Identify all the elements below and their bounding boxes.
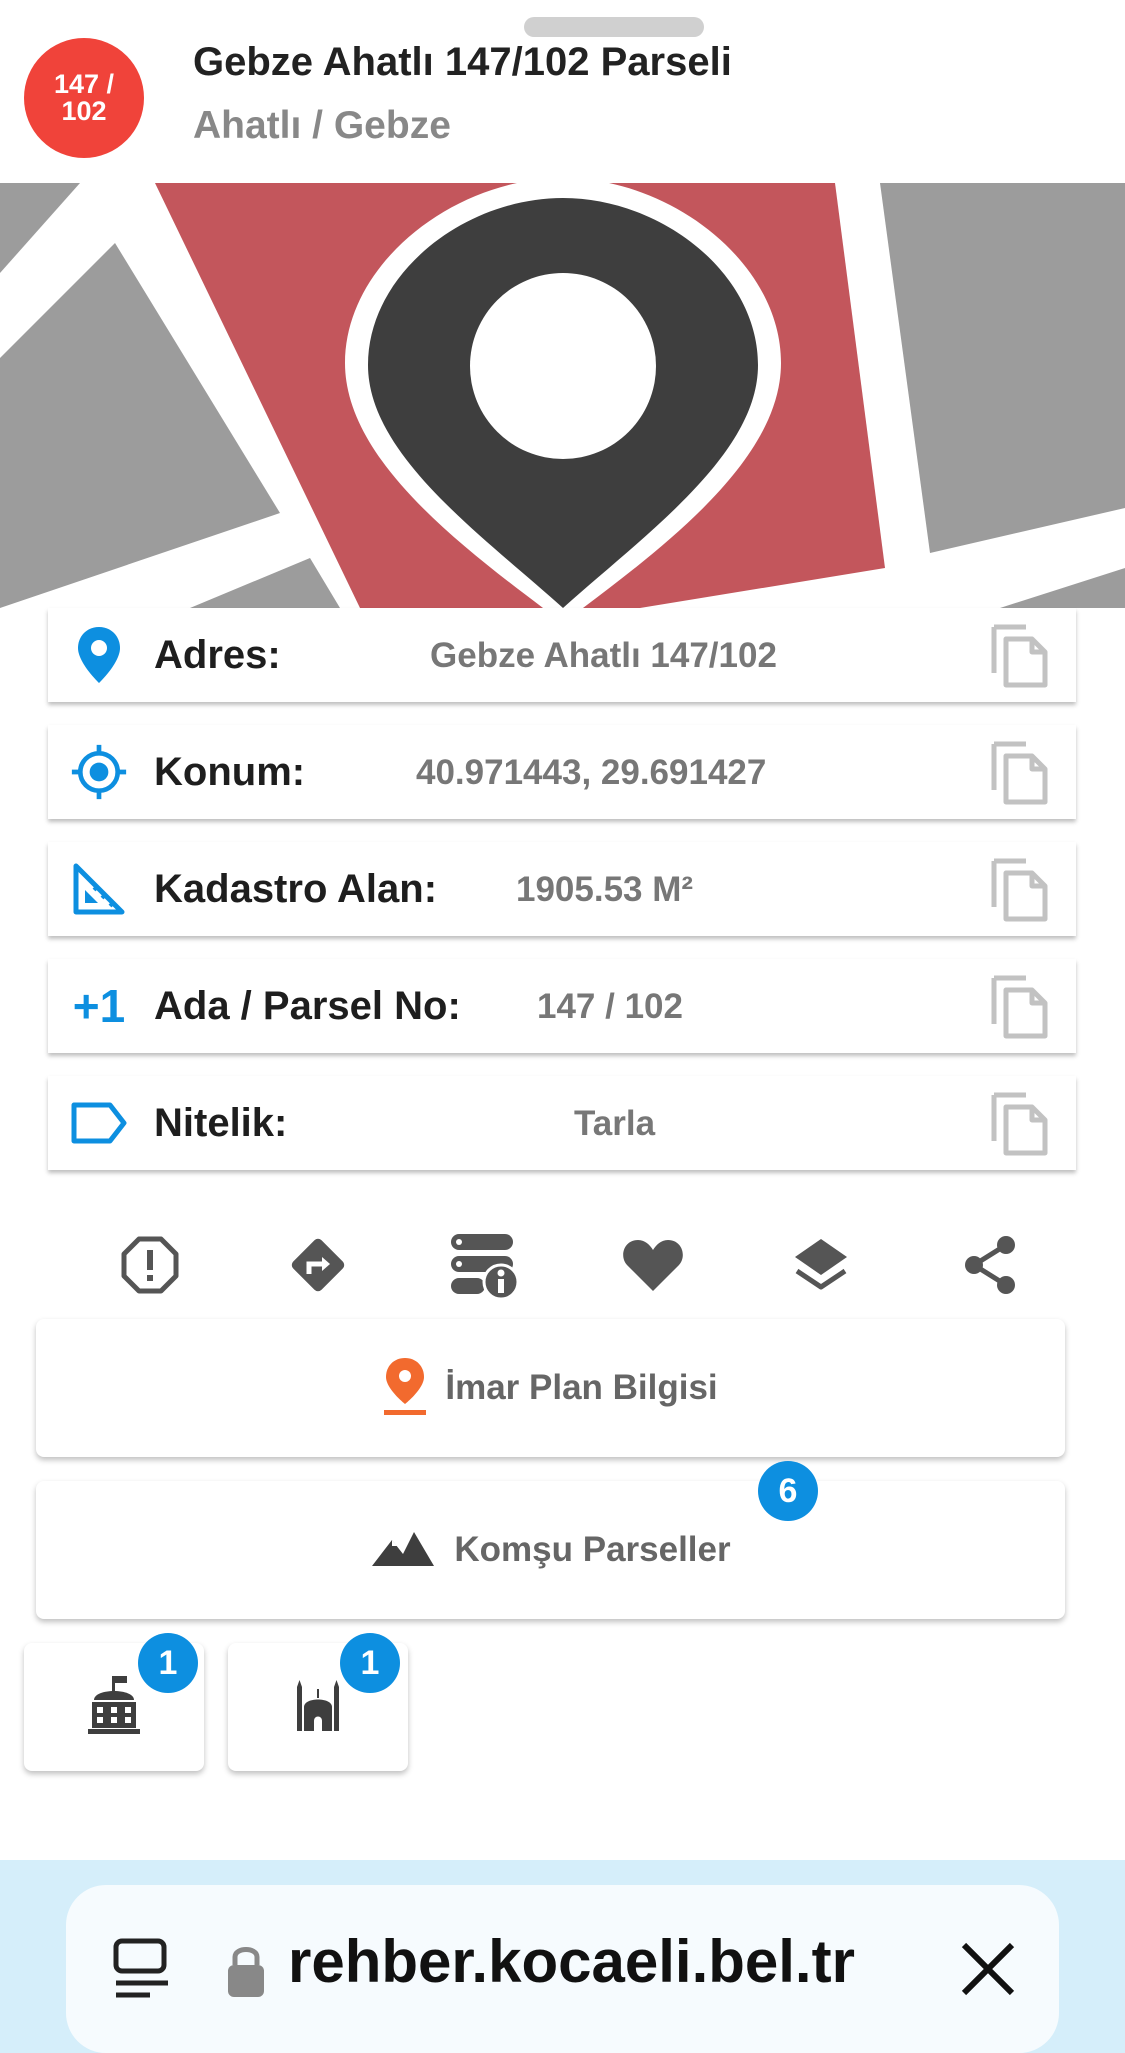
map-pin-icon xyxy=(383,1356,427,1421)
parcel-badge-text: 147 / 102 xyxy=(53,69,115,126)
mosque-count-badge: 1 xyxy=(340,1633,400,1693)
sheet-header: 147 / 102 Gebze Ahatlı 147/102 Parseli A… xyxy=(0,0,1125,183)
parcel-no-label: Ada / Parsel No: xyxy=(154,984,461,1028)
neighbor-count-badge: 6 xyxy=(758,1461,818,1521)
share-icon[interactable] xyxy=(950,1225,1030,1305)
map-graphic xyxy=(0,183,1125,608)
mosque-button[interactable]: 1 xyxy=(228,1633,408,1771)
quality-value: Tarla xyxy=(574,1104,656,1143)
info-row-address: Adres: Gebze Ahatlı 147/102 xyxy=(48,608,1076,702)
mosque-icon xyxy=(294,1679,342,1736)
close-icon[interactable] xyxy=(960,1941,1016,2002)
mountains-icon xyxy=(370,1528,436,1573)
copy-icon[interactable] xyxy=(988,857,1050,923)
government-building-icon xyxy=(86,1674,142,1741)
parcel-badge: 147 / 102 xyxy=(24,38,144,158)
reader-mode-icon[interactable] xyxy=(110,1937,174,2006)
action-bar xyxy=(0,1225,1125,1305)
plus-one-icon: +1 xyxy=(70,977,128,1035)
location-label: Konum: xyxy=(154,750,306,794)
copy-icon[interactable] xyxy=(988,740,1050,806)
url-text: rehber.kocaeli.bel.tr xyxy=(288,1928,855,1995)
info-row-area: Kadastro Alan: 1905.53 M² xyxy=(48,842,1076,936)
info-row-parcel-no: +1 Ada / Parsel No: 147 / 102 xyxy=(48,959,1076,1053)
imar-plan-button[interactable]: İmar Plan Bilgisi xyxy=(36,1319,1065,1457)
location-pin-icon xyxy=(70,626,128,684)
copy-icon[interactable] xyxy=(988,623,1050,689)
neighbor-parcels-button[interactable]: Komşu Parseller 6 xyxy=(36,1461,1065,1619)
layers-icon[interactable] xyxy=(781,1225,861,1305)
copy-icon[interactable] xyxy=(988,974,1050,1040)
directions-icon[interactable] xyxy=(278,1225,358,1305)
lock-icon xyxy=(226,1943,266,2004)
parcel-no-value: 147 / 102 xyxy=(537,987,683,1026)
favorite-heart-icon[interactable] xyxy=(613,1225,693,1305)
building-count-badge: 1 xyxy=(138,1633,198,1693)
address-label: Adres: xyxy=(154,633,281,677)
parcel-map[interactable] xyxy=(0,183,1125,608)
imar-plan-label: İmar Plan Bilgisi xyxy=(445,1368,718,1407)
info-row-location: Konum: 40.971443, 29.691427 xyxy=(48,725,1076,819)
browser-bar: rehber.kocaeli.bel.tr xyxy=(0,1860,1125,2053)
address-value: Gebze Ahatlı 147/102 xyxy=(430,636,777,675)
address-bar[interactable]: rehber.kocaeli.bel.tr xyxy=(66,1885,1059,2053)
crosshair-icon xyxy=(70,743,128,801)
server-info-icon[interactable] xyxy=(444,1225,524,1305)
page-subtitle: Ahatlı / Gebze xyxy=(193,104,451,147)
quality-label: Nitelik: xyxy=(154,1101,288,1145)
copy-icon[interactable] xyxy=(988,1091,1050,1157)
plus-one-text: +1 xyxy=(72,980,126,1032)
report-icon[interactable] xyxy=(110,1225,190,1305)
government-building-button[interactable]: 1 xyxy=(24,1633,204,1771)
area-value: 1905.53 M² xyxy=(516,870,694,909)
set-square-icon xyxy=(70,860,128,918)
page-title: Gebze Ahatlı 147/102 Parseli xyxy=(193,40,732,84)
neighbor-parcels-label: Komşu Parseller xyxy=(454,1530,731,1569)
area-label: Kadastro Alan: xyxy=(154,867,438,911)
label-tag-icon xyxy=(70,1094,128,1152)
drag-handle[interactable] xyxy=(524,17,704,37)
info-row-quality: Nitelik: Tarla xyxy=(48,1076,1076,1170)
location-value: 40.971443, 29.691427 xyxy=(416,753,767,792)
